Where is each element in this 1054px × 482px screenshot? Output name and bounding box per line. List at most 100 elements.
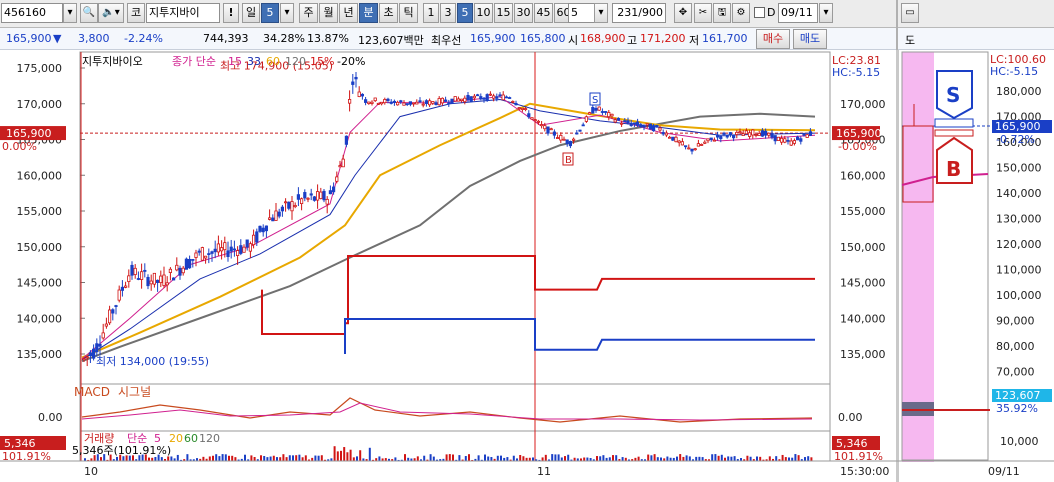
price-tag-right-text: 165,900	[836, 127, 882, 140]
candle-body	[312, 196, 317, 201]
candle-body	[447, 102, 451, 105]
candle-body	[607, 112, 611, 118]
side-y-label: 180,000	[996, 85, 1042, 98]
candle-body	[264, 225, 269, 232]
volume-bar	[560, 457, 563, 461]
y-label-left: 170,000	[17, 98, 63, 111]
volume-bar	[810, 457, 813, 461]
volume-bar	[506, 457, 509, 461]
period-button[interactable]: 일	[242, 3, 260, 23]
candle-body	[767, 132, 771, 136]
save-icon[interactable]: 🖫	[713, 3, 731, 23]
side-y-label: 70,000	[996, 366, 1035, 379]
warning-button[interactable]: !	[223, 3, 239, 23]
tf-button-5[interactable]: 틱	[399, 3, 418, 23]
period-value[interactable]: 5	[261, 3, 279, 23]
x-time-label: 15:30:00	[840, 465, 889, 478]
candle-body	[139, 271, 144, 280]
tf-button-2[interactable]: 년	[339, 3, 358, 23]
candle-body	[530, 117, 534, 120]
volume-bar	[720, 454, 723, 461]
period-dropdown-icon[interactable]: ▾	[280, 3, 294, 23]
tf-button-3[interactable]: 분	[359, 3, 378, 23]
candle-body	[223, 242, 227, 251]
candle-body	[197, 250, 201, 253]
main-chart[interactable]: 175,000170,000165,000160,000155,000150,0…	[0, 50, 1054, 482]
interval-input[interactable]: 5	[568, 3, 596, 23]
code-dropdown-icon[interactable]: ▾	[63, 3, 77, 23]
candle-body	[152, 272, 156, 285]
interval-button-1[interactable]: 1	[423, 3, 439, 23]
candle-body	[594, 108, 598, 111]
gear-icon[interactable]: ⚙	[732, 3, 750, 23]
volume-bar	[676, 456, 678, 461]
volume-bar	[276, 457, 278, 461]
candle-body	[335, 176, 339, 182]
candle-body	[491, 95, 496, 99]
date-dropdown-icon[interactable]: ▾	[819, 3, 833, 23]
legend-ma-15: 15	[228, 55, 242, 68]
tools-icon[interactable]: ✂	[694, 3, 712, 23]
interval-button-30[interactable]: 30	[514, 3, 533, 23]
candle-body	[392, 100, 397, 103]
candle-body	[472, 95, 477, 99]
stock-name-field[interactable]: 지투지바이	[146, 3, 220, 23]
tf-button-1[interactable]: 월	[319, 3, 338, 23]
interval-button-10[interactable]: 10	[474, 3, 493, 23]
interval-button-5[interactable]: 5	[457, 3, 473, 23]
candle-body	[552, 131, 557, 136]
candle-body	[187, 258, 192, 269]
volume-bar	[602, 455, 605, 461]
tf-button-4[interactable]: 초	[379, 3, 398, 23]
y-label-right: 170,000	[840, 98, 886, 111]
volume-bar	[522, 456, 525, 461]
y-label-left: 155,000	[17, 205, 63, 218]
candle-body	[267, 217, 272, 220]
volume-bar	[138, 455, 141, 461]
crosshair-icon[interactable]: ✥	[674, 3, 692, 23]
volume-bar	[96, 454, 99, 461]
volume-bar	[93, 455, 96, 461]
side-tab[interactable]: 도	[905, 32, 915, 48]
speaker-icon[interactable]: 🔈▾	[98, 3, 124, 23]
volume-bar	[352, 457, 355, 461]
volume-bar	[599, 456, 602, 461]
interval-button-3[interactable]: 3	[440, 3, 456, 23]
date-field[interactable]: 09/11	[778, 3, 818, 23]
volume-bar	[231, 455, 234, 461]
interval-button-15[interactable]: 15	[494, 3, 513, 23]
candle-body	[431, 101, 435, 104]
buy-marker: B	[565, 155, 572, 166]
hide-checkbox[interactable]	[754, 7, 765, 18]
search-icon[interactable]: 🔍	[80, 3, 98, 23]
tf-button-0[interactable]: 주	[299, 3, 318, 23]
candle-body	[347, 99, 352, 104]
volume-bar	[797, 455, 800, 461]
candle-body	[735, 131, 739, 135]
candle-body	[652, 125, 656, 132]
interval-button-45[interactable]: 45	[534, 3, 553, 23]
candle-body	[533, 119, 537, 122]
volume-bar	[340, 450, 342, 461]
volume-bar	[768, 456, 771, 461]
interval-dropdown-icon[interactable]: ▾	[594, 3, 608, 23]
stock-code-input[interactable]: 456160	[1, 3, 63, 23]
buy-button[interactable]: 매수	[756, 29, 790, 49]
candle-body	[354, 76, 358, 80]
volume-bar	[394, 457, 397, 461]
candle-body	[130, 264, 134, 276]
candle-body	[524, 108, 528, 110]
volume-bar	[688, 456, 691, 461]
candle-body	[133, 267, 137, 275]
sell-button[interactable]: 매도	[793, 29, 827, 49]
side-panel-icon[interactable]: ▭	[901, 3, 919, 23]
candle-body	[219, 247, 224, 252]
candle-body	[690, 148, 694, 152]
volume-bar	[653, 454, 656, 461]
volume-bar	[244, 454, 246, 461]
count-field[interactable]: 231/900	[612, 3, 666, 23]
candle-body	[748, 132, 752, 137]
candle-body	[482, 97, 486, 100]
volume-bar	[349, 449, 352, 461]
volume-bar	[186, 454, 189, 461]
